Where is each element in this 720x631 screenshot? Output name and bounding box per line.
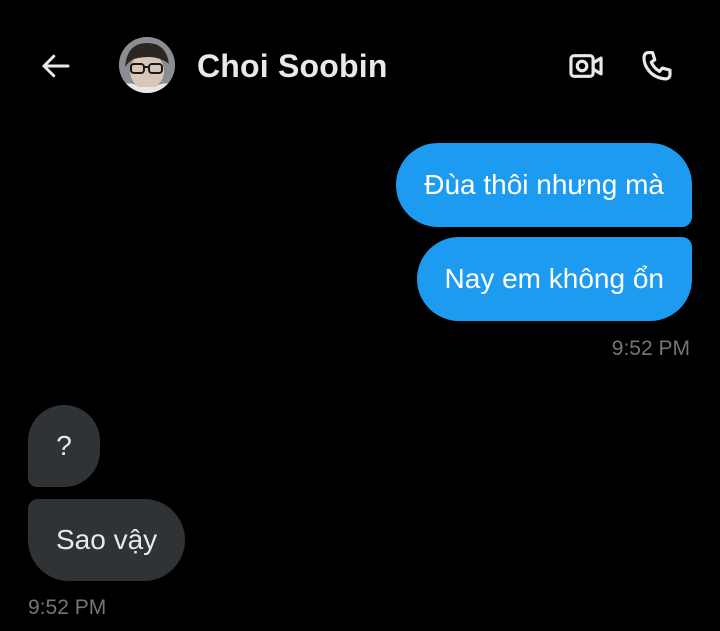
- video-call-button[interactable]: [566, 46, 606, 86]
- message-timestamp: 9:52 PM: [28, 596, 107, 619]
- video-call-icon: [569, 54, 603, 78]
- message-bubble-received[interactable]: ?: [28, 405, 100, 487]
- message-text: ?: [56, 430, 72, 461]
- voice-call-button[interactable]: [636, 45, 678, 87]
- conversation-header: Choi Soobin: [0, 0, 720, 130]
- message-bubble-sent[interactable]: Nay em không ổn: [416, 237, 692, 321]
- back-button[interactable]: [34, 44, 78, 88]
- message-text: Sao vậy: [56, 524, 158, 555]
- message-text: Đùa thôi nhưng mà: [424, 169, 664, 200]
- message-timestamp: 9:52 PM: [611, 337, 690, 360]
- avatar-image: [119, 37, 175, 93]
- contact-name[interactable]: Choi Soobin: [197, 48, 388, 85]
- message-bubble-sent[interactable]: Đùa thôi nhưng mà: [396, 143, 692, 227]
- message-bubble-received[interactable]: Sao vậy: [28, 499, 186, 581]
- avatar[interactable]: [119, 37, 175, 93]
- arrow-left-icon: [42, 54, 70, 78]
- phone-call-icon: [642, 50, 672, 81]
- message-text: Nay em không ổn: [444, 263, 664, 294]
